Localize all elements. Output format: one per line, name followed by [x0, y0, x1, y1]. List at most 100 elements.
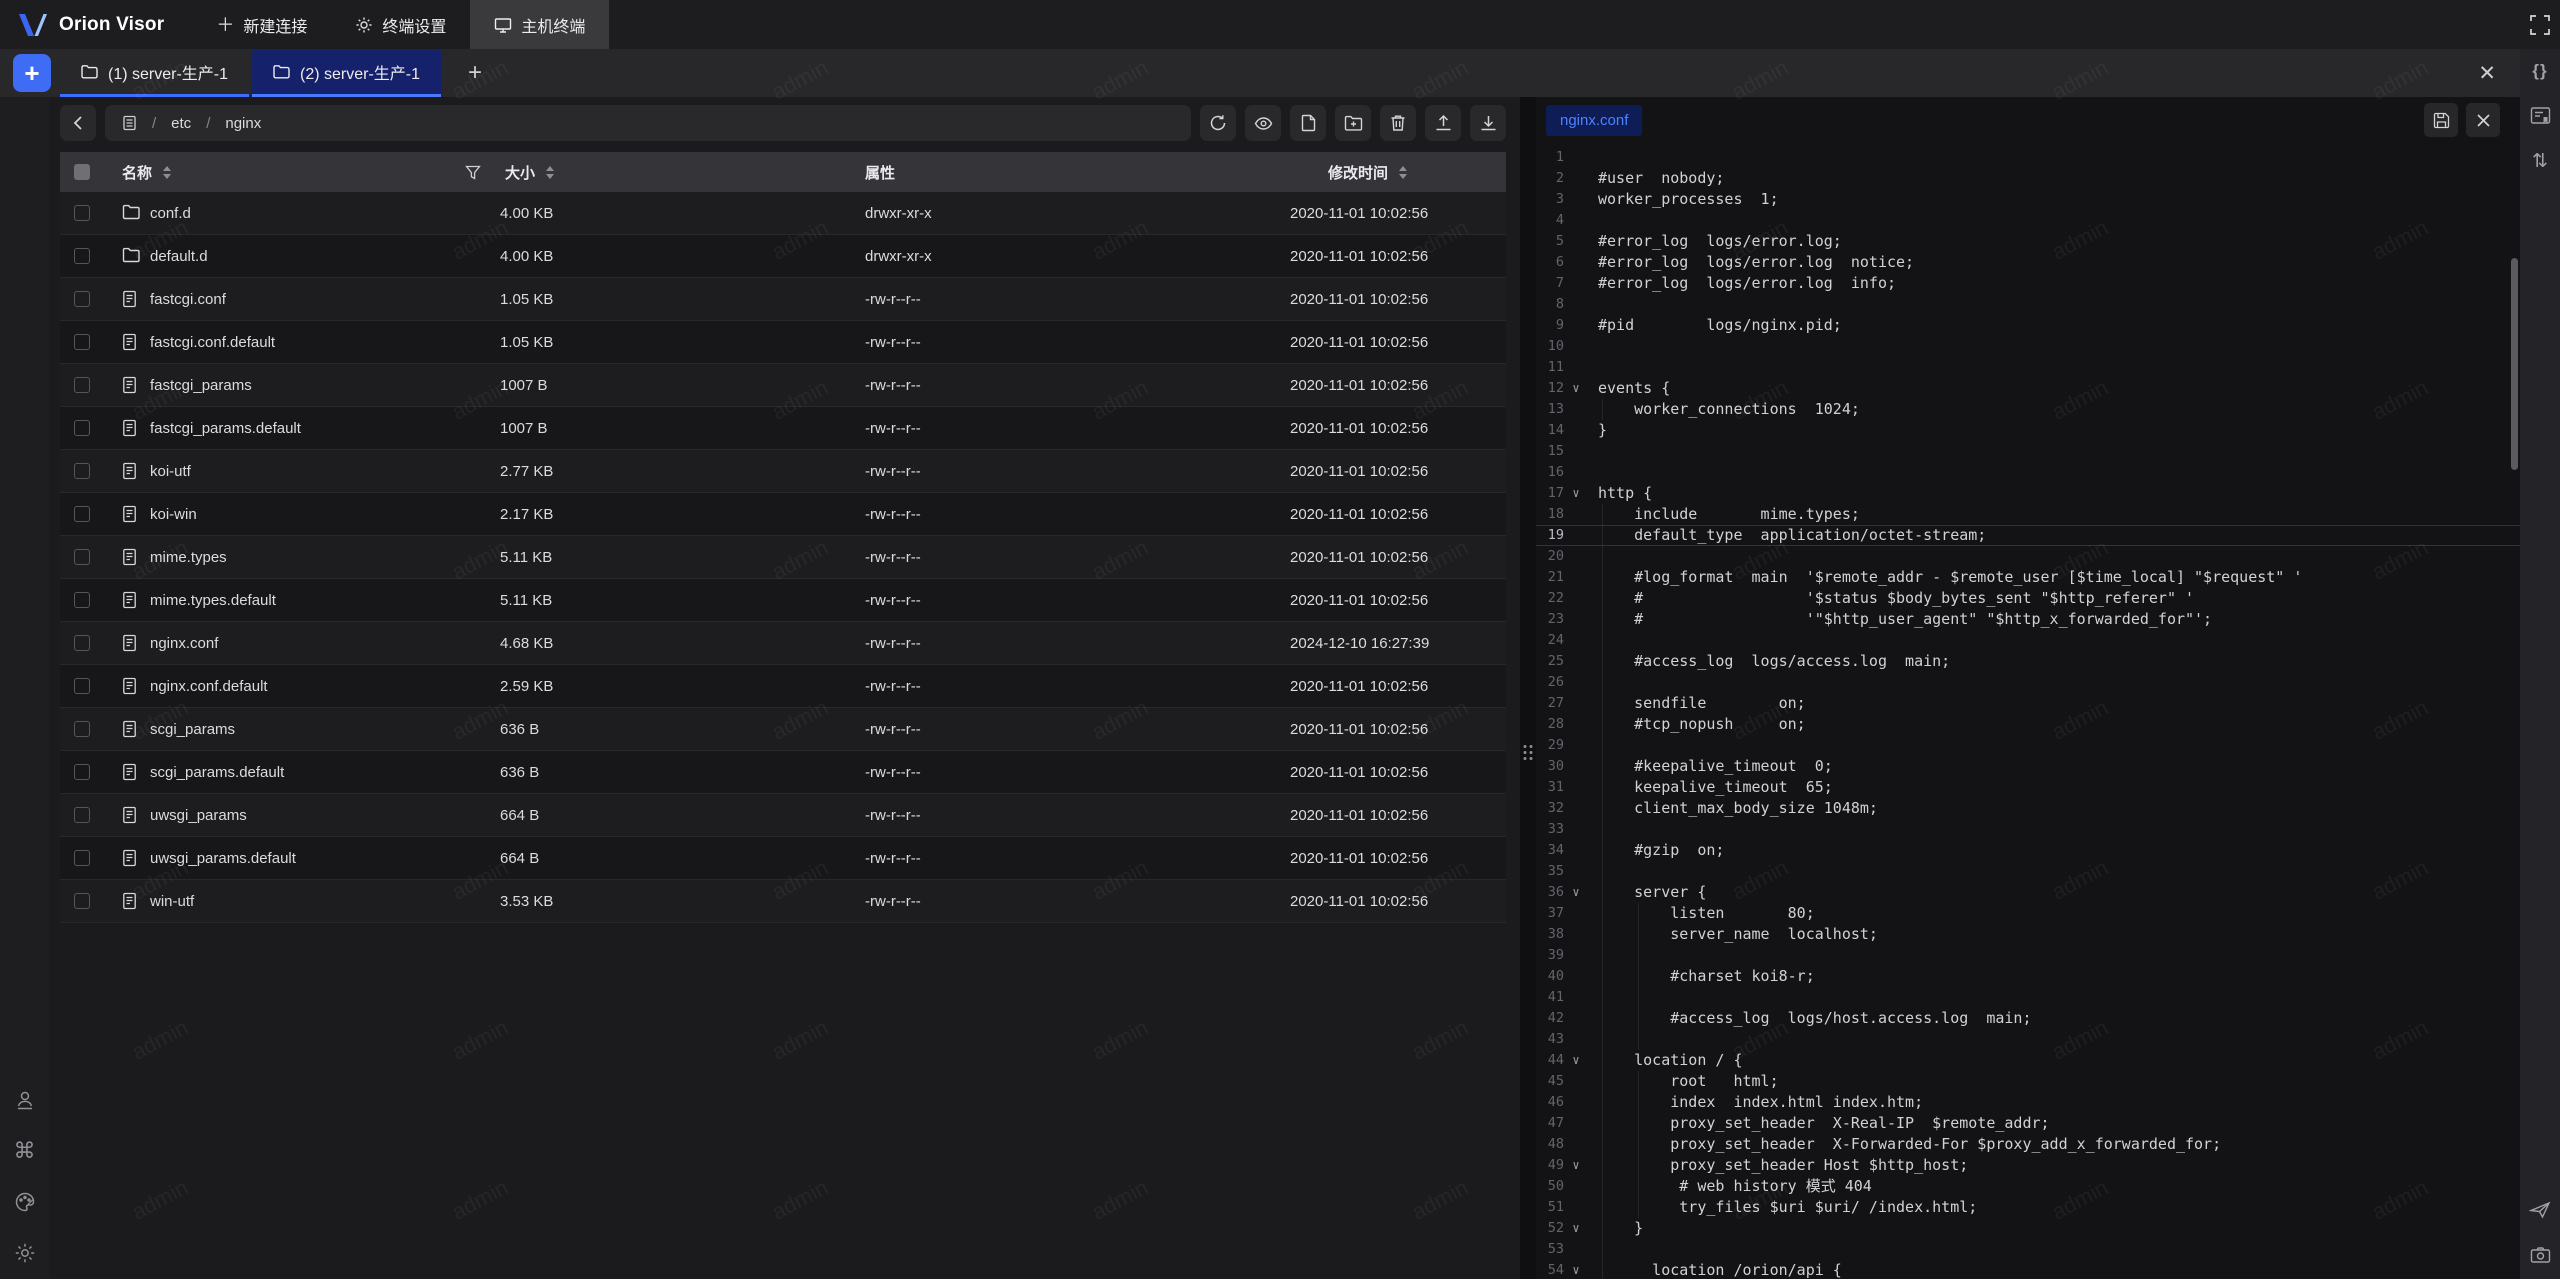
command-shortcut-icon[interactable]: ⌘ — [12, 1138, 38, 1164]
breadcrumb-segment-etc[interactable]: etc — [171, 115, 191, 132]
code-text[interactable]: #keepalive_timeout 0; — [1598, 756, 1833, 777]
fold-chevron-icon[interactable] — [1564, 1050, 1588, 1071]
code-text[interactable]: sendfile on; — [1598, 693, 1806, 714]
column-header-attr[interactable]: 属性 — [830, 162, 1260, 183]
refresh-icon[interactable] — [1200, 105, 1236, 141]
code-text[interactable]: server { — [1598, 882, 1706, 903]
row-checkbox[interactable] — [74, 420, 90, 436]
table-row[interactable]: win-utf 3.53 KB -rw-r--r-- 2020-11-01 10… — [60, 880, 1506, 923]
table-row[interactable]: scgi_params 636 B -rw-r--r-- 2020-11-01 … — [60, 708, 1506, 751]
code-text[interactable]: # web history 模式 404 — [1598, 1176, 1872, 1197]
delete-trash-icon[interactable] — [1380, 105, 1416, 141]
code-text[interactable]: #access_log logs/access.log main; — [1598, 651, 1950, 672]
json-braces-icon[interactable]: {} — [2527, 58, 2553, 84]
code-text[interactable]: location /orion/api { — [1598, 1260, 1842, 1279]
add-tab-icon[interactable]: + — [468, 59, 482, 87]
row-checkbox[interactable] — [74, 248, 90, 264]
drag-handle-icon[interactable] — [1524, 745, 1533, 760]
close-editor-icon[interactable] — [2466, 103, 2500, 137]
row-checkbox[interactable] — [74, 205, 90, 221]
table-row[interactable]: scgi_params.default 636 B -rw-r--r-- 202… — [60, 751, 1506, 794]
back-button[interactable] — [60, 105, 96, 141]
document-bookmark-icon[interactable] — [2527, 103, 2553, 129]
code-text[interactable]: keepalive_timeout 65; — [1598, 777, 1833, 798]
swap-vertical-icon[interactable]: ⇅ — [2527, 148, 2553, 174]
breadcrumb[interactable]: / etc / nginx — [105, 105, 1191, 141]
code-text[interactable]: worker_processes 1; — [1598, 189, 1779, 210]
code-text[interactable]: client_max_body_size 1048m; — [1598, 798, 1878, 819]
table-row[interactable]: uwsgi_params 664 B -rw-r--r-- 2020-11-01… — [60, 794, 1506, 837]
column-header-mtime[interactable]: 修改时间 — [1260, 162, 1506, 183]
fold-chevron-icon[interactable] — [1564, 882, 1588, 903]
code-text[interactable]: # '$status $body_bytes_sent "$http_refer… — [1598, 588, 2194, 609]
fold-chevron-icon[interactable] — [1564, 483, 1588, 504]
code-text[interactable]: # '"$http_user_agent" "$http_x_forwarded… — [1598, 609, 2212, 630]
editor-file-tab[interactable]: nginx.conf — [1546, 105, 1642, 136]
new-tab-button[interactable]: + — [13, 54, 51, 92]
terminal-tab[interactable]: (1) server-生产-1 — [60, 49, 249, 97]
code-text[interactable]: #error_log logs/error.log; — [1598, 231, 1842, 252]
fold-chevron-icon[interactable] — [1564, 1260, 1588, 1279]
new-file-icon[interactable] — [1290, 105, 1326, 141]
settings-gear-icon[interactable] — [12, 1240, 38, 1266]
user-icon[interactable] — [12, 1087, 38, 1113]
code-text[interactable]: server_name localhost; — [1598, 924, 1878, 945]
code-text[interactable]: proxy_set_header X-Forwarded-For $proxy_… — [1598, 1134, 2221, 1155]
theme-palette-icon[interactable] — [12, 1189, 38, 1215]
code-text[interactable]: events { — [1598, 378, 1670, 399]
upload-icon[interactable] — [1425, 105, 1461, 141]
send-plane-icon[interactable] — [2527, 1197, 2553, 1223]
table-row[interactable]: uwsgi_params.default 664 B -rw-r--r-- 20… — [60, 837, 1506, 880]
preview-eye-icon[interactable] — [1245, 105, 1281, 141]
row-checkbox[interactable] — [74, 678, 90, 694]
table-row[interactable]: default.d 4.00 KB drwxr-xr-x 2020-11-01 … — [60, 235, 1506, 278]
code-text[interactable]: #gzip on; — [1598, 840, 1724, 861]
row-checkbox[interactable] — [74, 377, 90, 393]
sort-icon[interactable] — [163, 166, 171, 179]
breadcrumb-segment-nginx[interactable]: nginx — [225, 115, 261, 132]
code-text[interactable]: try_files $uri $uri/ /index.html; — [1598, 1197, 1977, 1218]
code-text[interactable]: root html; — [1598, 1071, 1779, 1092]
row-checkbox[interactable] — [74, 893, 90, 909]
row-checkbox[interactable] — [74, 506, 90, 522]
row-checkbox[interactable] — [74, 549, 90, 565]
row-checkbox[interactable] — [74, 592, 90, 608]
code-text[interactable]: } — [1598, 420, 1607, 441]
nav-new-connection[interactable]: ＋ 新建连接 — [192, 0, 331, 49]
editor-scrollbar[interactable] — [2511, 258, 2518, 470]
table-row[interactable]: mime.types 5.11 KB -rw-r--r-- 2020-11-01… — [60, 536, 1506, 579]
row-checkbox[interactable] — [74, 635, 90, 651]
row-checkbox[interactable] — [74, 764, 90, 780]
table-row[interactable]: koi-utf 2.77 KB -rw-r--r-- 2020-11-01 10… — [60, 450, 1506, 493]
row-checkbox[interactable] — [74, 850, 90, 866]
code-text[interactable]: #pid logs/nginx.pid; — [1598, 315, 1842, 336]
fold-chevron-icon[interactable] — [1564, 378, 1588, 399]
code-editor[interactable]: 1 2 #user nobody; 3 worker_processes 1; … — [1536, 147, 2520, 1279]
code-text[interactable]: listen 80; — [1598, 903, 1815, 924]
code-text[interactable]: #tcp_nopush on; — [1598, 714, 1806, 735]
fold-chevron-icon[interactable] — [1564, 1218, 1588, 1239]
screenshot-camera-icon[interactable] — [2527, 1242, 2553, 1268]
new-folder-icon[interactable] — [1335, 105, 1371, 141]
terminal-tab[interactable]: (2) server-生产-1 — [252, 49, 441, 97]
table-row[interactable]: fastcgi.conf 1.05 KB -rw-r--r-- 2020-11-… — [60, 278, 1506, 321]
panel-resize-divider[interactable] — [1520, 97, 1536, 1279]
table-row[interactable]: koi-win 2.17 KB -rw-r--r-- 2020-11-01 10… — [60, 493, 1506, 536]
table-row[interactable]: conf.d 4.00 KB drwxr-xr-x 2020-11-01 10:… — [60, 192, 1506, 235]
row-checkbox[interactable] — [74, 807, 90, 823]
close-panel-icon[interactable]: ✕ — [2478, 61, 2496, 86]
code-text[interactable]: index index.html index.htm; — [1598, 1092, 1923, 1113]
table-row[interactable]: fastcgi_params 1007 B -rw-r--r-- 2020-11… — [60, 364, 1506, 407]
column-header-name[interactable]: 名称 — [104, 162, 460, 183]
filter-funnel-icon[interactable] — [465, 165, 481, 180]
table-row[interactable]: fastcgi_params.default 1007 B -rw-r--r--… — [60, 407, 1506, 450]
row-checkbox[interactable] — [74, 463, 90, 479]
table-row[interactable]: nginx.conf 4.68 KB -rw-r--r-- 2024-12-10… — [60, 622, 1506, 665]
column-header-size[interactable]: 大小 — [460, 162, 830, 183]
nav-host-terminal[interactable]: 主机终端 — [470, 0, 609, 49]
code-text[interactable]: } — [1598, 1218, 1643, 1239]
fullscreen-icon[interactable] — [2520, 0, 2560, 49]
download-icon[interactable] — [1470, 105, 1506, 141]
code-text[interactable]: #access_log logs/host.access.log main; — [1598, 1008, 2031, 1029]
code-text[interactable]: http { — [1598, 483, 1652, 504]
